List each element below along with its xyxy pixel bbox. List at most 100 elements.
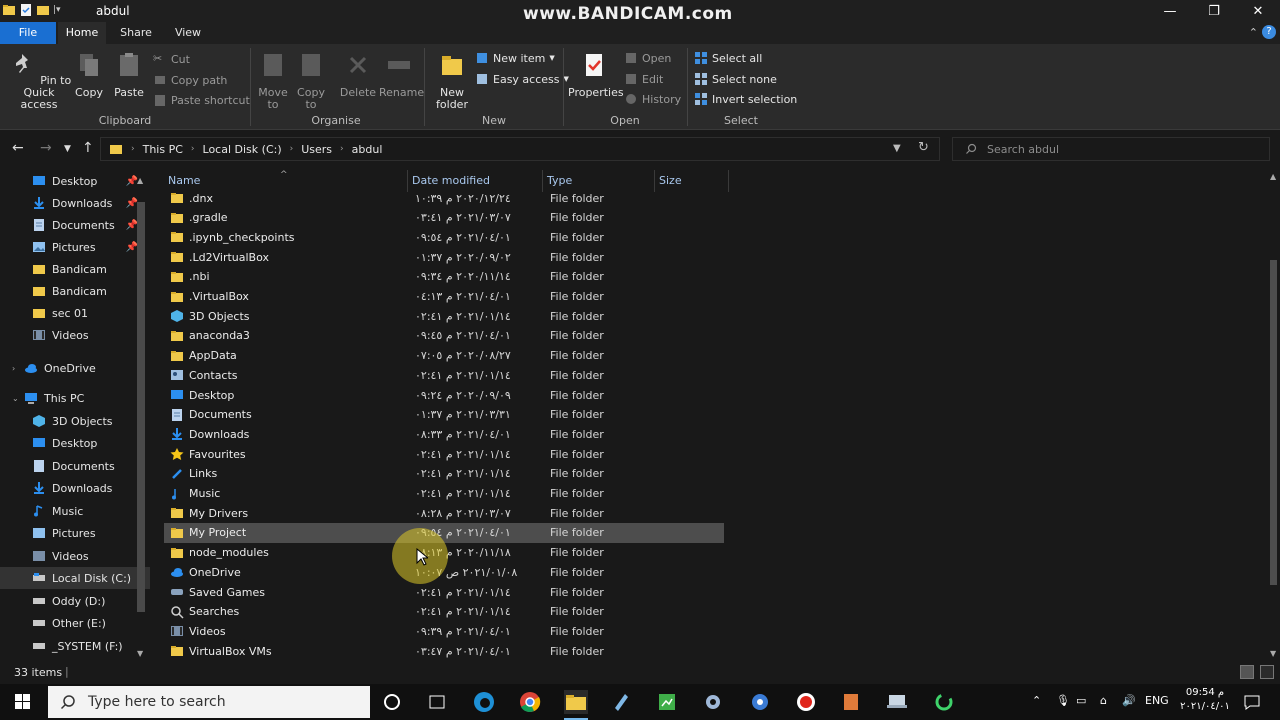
back-arrow-icon[interactable]: ← xyxy=(12,140,24,156)
file-row[interactable]: VirtualBox VMs ٢٠٢١/٠٤/٠١ م ٠٣:٤٧ File fol… xyxy=(164,641,724,660)
nav-pc-other-e[interactable]: Other (E:) xyxy=(0,612,150,634)
edit-button[interactable]: Edit xyxy=(624,70,663,88)
file-row[interactable]: My Project٢٠٢١/٠٤/٠١ م ٠٩:٥٤File folder xyxy=(164,522,724,543)
collapse-ribbon-icon[interactable]: ⌃ xyxy=(1249,26,1258,39)
delete-button[interactable]: Delete xyxy=(339,50,377,99)
tab-view[interactable]: View xyxy=(164,22,212,44)
forward-arrow-icon[interactable]: → xyxy=(40,140,52,156)
file-row[interactable]: Favourites ٢٠٢١/٠١/١٤ م ٠٢:٤١ File folder xyxy=(164,444,724,464)
move-to-button[interactable]: Move to xyxy=(255,50,291,111)
scroll-up-icon[interactable]: ▲ xyxy=(137,176,143,185)
app-icon-blue[interactable] xyxy=(609,690,633,714)
nav-quick-videos[interactable]: Videos xyxy=(0,324,150,346)
nav-pc-oddy-d[interactable]: Oddy (D:) xyxy=(0,590,150,612)
paste-shortcut-button[interactable]: Paste shortcut xyxy=(153,91,250,109)
easy-access-button[interactable]: Easy access ▼ xyxy=(475,70,569,88)
file-row[interactable]: Desktop ٢٠٢٠/٠٩/٠٩ م ٠٩:٢٤ File folder xyxy=(164,385,724,405)
new-item-button[interactable]: New item ▼ xyxy=(475,49,555,67)
app-icon-laptop[interactable] xyxy=(885,690,909,714)
nav-scrollbar[interactable]: ▲ ▼ xyxy=(135,176,147,658)
nav-pc-music[interactable]: Music xyxy=(0,500,150,522)
nav-pc-3d-objects[interactable]: 3D Objects xyxy=(0,410,150,432)
nav-pc-local-disk-c[interactable]: Local Disk (C:) xyxy=(0,567,150,589)
history-button[interactable]: History xyxy=(624,90,681,108)
scroll-down-icon[interactable]: ▼ xyxy=(1270,649,1276,658)
large-icons-view-button[interactable] xyxy=(1260,665,1274,679)
app-icon-gear[interactable] xyxy=(701,690,725,714)
breadcrumb-abdul[interactable]: abdul xyxy=(352,143,383,156)
file-row[interactable]: AppData ٢٠٢٠/٠٨/٢٧ م ٠٧:٠٥ File folder xyxy=(164,346,724,366)
minimize-button[interactable]: — xyxy=(1148,0,1192,22)
file-row[interactable]: Links ٢٠٢١/٠١/١٤ م ٠٢:٤١ File folder xyxy=(164,464,724,484)
show-hidden-icons-icon[interactable]: ⌃ xyxy=(1032,694,1041,707)
volume-icon[interactable]: 🔊 xyxy=(1122,694,1136,707)
file-row[interactable]: .gradle ٢٠٢١/٠٣/٠٧ م ٠٣:٤١ File folder xyxy=(164,208,724,228)
file-row[interactable]: .dnx ٢٠٢٠/١٢/٢٤ م ١٠:٣٩ File folder xyxy=(164,188,724,208)
rename-button[interactable]: Rename xyxy=(379,50,424,99)
up-arrow-icon[interactable]: ↑ xyxy=(82,140,94,156)
paste-button[interactable]: Paste xyxy=(110,50,148,99)
file-row[interactable]: .ipynb_checkpoints ٢٠٢١/٠٤/٠١ م ٠٩:٥٤ File… xyxy=(164,227,724,247)
invert-selection-button[interactable]: Invert selection xyxy=(694,90,797,108)
file-row[interactable]: Contacts ٢٠٢١/٠١/١٤ م ٠٢:٤١ File folder xyxy=(164,365,724,385)
file-row[interactable]: Searches ٢٠٢١/٠١/١٤ م ٠٢:٤١ File folder xyxy=(164,602,724,622)
nav-quick-pictures[interactable]: Pictures 📌 xyxy=(0,236,150,258)
address-bar[interactable]: › This PC › Local Disk (C:) › Users › ab… xyxy=(100,137,940,161)
nav-this-pc[interactable]: ⌄ This PC xyxy=(0,387,150,409)
breadcrumb-local-disk[interactable]: Local Disk (C:) xyxy=(203,143,282,156)
scroll-up-icon[interactable]: ▲ xyxy=(1270,172,1276,181)
chrome-icon[interactable] xyxy=(518,690,542,714)
nav-pc-videos[interactable]: Videos xyxy=(0,545,150,567)
nav-pc-documents[interactable]: Documents xyxy=(0,455,150,477)
customize-toolbar-icon[interactable]: |▾ xyxy=(53,5,61,15)
file-list-scroll-thumb[interactable] xyxy=(1270,260,1277,585)
edge-icon[interactable] xyxy=(472,690,496,714)
file-row[interactable]: 3D Objects ٢٠٢١/٠١/١٤ م ٠٢:٤١ File folder xyxy=(164,306,724,326)
nav-quick-downloads[interactable]: Downloads 📌 xyxy=(0,192,150,214)
nav-quick-bandicam[interactable]: Bandicam xyxy=(0,258,150,280)
scroll-down-icon[interactable]: ▼ xyxy=(137,649,143,658)
nav-scroll-thumb[interactable] xyxy=(137,202,145,612)
address-dropdown-icon[interactable]: ▼ xyxy=(893,143,901,154)
app-icon-loading[interactable] xyxy=(932,690,956,714)
select-all-button[interactable]: Select all xyxy=(694,49,762,67)
file-explorer-icon[interactable] xyxy=(564,690,588,720)
bandicam-record-icon[interactable] xyxy=(794,690,818,714)
tab-file[interactable]: File xyxy=(0,22,56,44)
recent-locations-icon[interactable]: ▼ xyxy=(64,144,71,154)
microphone-icon[interactable]: 🎙 xyxy=(1056,694,1070,707)
file-row[interactable]: Videos ٢٠٢١/٠٤/٠١ م ٠٩:٣٩ File folder xyxy=(164,621,724,641)
help-icon[interactable]: ? xyxy=(1262,25,1276,39)
refresh-icon[interactable]: ↻ xyxy=(918,140,929,155)
file-row[interactable]: Downloads ٢٠٢١/٠٤/٠١ م ٠٨:٣٣ File folder xyxy=(164,424,724,444)
file-row[interactable]: Music ٢٠٢١/٠١/١٤ م ٠٢:٤١ File folder xyxy=(164,484,724,504)
file-row[interactable]: .Ld2VirtualBox ٢٠٢٠/٠٩/٠٢ م ٠١:٣٧ File fol… xyxy=(164,247,724,267)
app-icon-circle[interactable] xyxy=(748,690,772,714)
pin-to-quick-access-button[interactable]: Pin to Quick access xyxy=(6,50,72,111)
properties-button[interactable]: Properties xyxy=(568,50,624,99)
nav-pc-desktop[interactable]: Desktop xyxy=(0,432,150,454)
task-view-icon[interactable] xyxy=(425,690,449,714)
expand-icon[interactable]: › xyxy=(12,364,15,373)
nav-quick-documents[interactable]: Documents 📌 xyxy=(0,214,150,236)
nav-quick-desktop[interactable]: Desktop 📌 xyxy=(0,170,150,192)
close-button[interactable]: ✕ xyxy=(1236,0,1280,22)
language-indicator[interactable]: ENG xyxy=(1145,694,1169,707)
collapse-icon[interactable]: ⌄ xyxy=(12,394,19,403)
wifi-icon[interactable]: ⌂ xyxy=(1100,694,1107,707)
breadcrumb-this-pc[interactable]: This PC xyxy=(143,143,183,156)
search-input[interactable]: Search abdul xyxy=(952,137,1270,161)
cut-button[interactable]: ✂ Cut xyxy=(153,50,190,68)
nav-pc-downloads[interactable]: Downloads xyxy=(0,477,150,499)
nav-quick-sec01[interactable]: sec 01 xyxy=(0,302,150,324)
nav-pc-system-f[interactable]: _SYSTEM (F:) xyxy=(0,635,150,657)
windows-start-icon[interactable] xyxy=(6,690,40,714)
file-row[interactable]: Saved Games ٢٠٢١/٠١/١٤ م ٠٢:٤١ File folder xyxy=(164,582,724,602)
file-row[interactable]: anaconda3 ٢٠٢١/٠٤/٠١ م ٠٩:٤٥ File folder xyxy=(164,326,724,346)
notifications-icon[interactable] xyxy=(1243,693,1261,711)
app-icon-green[interactable] xyxy=(655,690,679,714)
nav-quick-bandicam-2[interactable]: Bandicam xyxy=(0,280,150,302)
app-icon-orange[interactable] xyxy=(839,690,863,714)
new-folder-button[interactable]: New folder xyxy=(429,50,475,111)
properties-icon[interactable] xyxy=(19,3,33,17)
